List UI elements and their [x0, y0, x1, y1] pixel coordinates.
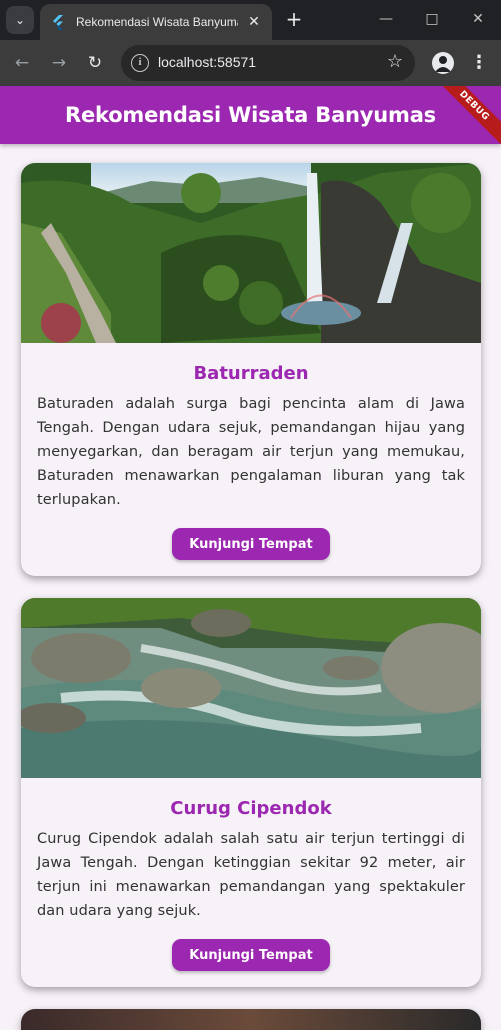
- url-text[interactable]: localhost:58571: [158, 54, 256, 70]
- profile-avatar-icon[interactable]: [432, 52, 454, 74]
- visit-place-button[interactable]: Kunjungi Tempat: [172, 528, 330, 560]
- new-tab-icon[interactable]: +: [282, 8, 306, 32]
- flutter-icon: [53, 15, 63, 30]
- baturraden-waterfall-image: [21, 163, 481, 343]
- address-bar[interactable]: i localhost:58571 ☆: [121, 45, 415, 81]
- reload-icon[interactable]: ↻: [83, 51, 107, 75]
- browser-tab[interactable]: Rekomendasi Wisata Banyumas ✕: [40, 4, 272, 40]
- site-info-icon[interactable]: i: [131, 54, 149, 72]
- page-title: Rekomendasi Wisata Banyumas: [64, 103, 436, 127]
- tab-search-icon[interactable]: ⌄: [6, 6, 34, 34]
- destination-card: Curug Cipendok Curug Cipendok adalah sal…: [21, 598, 481, 987]
- destination-name: Curug Cipendok: [170, 798, 332, 819]
- browser-toolbar: ← → ↻ i localhost:58571 ☆ ⋮: [0, 40, 501, 86]
- debug-banner: DEBUG: [429, 86, 501, 144]
- app-bar: Rekomendasi Wisata Banyumas DEBUG: [0, 86, 501, 144]
- destination-image: [21, 1009, 481, 1030]
- destination-description: Curug Cipendok adalah salah satu air ter…: [37, 831, 465, 919]
- destination-list[interactable]: Baturraden Baturaden adalah surga bagi p…: [0, 144, 501, 1030]
- destination-description: Baturaden adalah surga bagi pencinta ala…: [37, 396, 465, 508]
- forward-icon[interactable]: →: [47, 51, 71, 75]
- browser-tab-bar: ⌄ Rekomendasi Wisata Banyumas ✕ + — □ ✕: [0, 0, 501, 40]
- maximize-icon[interactable]: □: [420, 8, 444, 32]
- curug-cipendok-river-image: [21, 598, 481, 778]
- browser-menu-icon[interactable]: ⋮: [470, 51, 488, 75]
- bookmark-star-icon[interactable]: ☆: [387, 51, 403, 72]
- minimize-icon[interactable]: —: [374, 8, 398, 32]
- destination-name: Baturraden: [193, 363, 309, 384]
- destination-card: [21, 1009, 481, 1030]
- window-close-icon[interactable]: ✕: [466, 8, 490, 32]
- visit-place-button[interactable]: Kunjungi Tempat: [172, 939, 330, 971]
- tab-close-icon[interactable]: ✕: [246, 14, 262, 30]
- back-icon[interactable]: ←: [10, 51, 34, 75]
- destination-card: Baturraden Baturaden adalah surga bagi p…: [21, 163, 481, 576]
- tab-title: Rekomendasi Wisata Banyumas: [76, 15, 238, 29]
